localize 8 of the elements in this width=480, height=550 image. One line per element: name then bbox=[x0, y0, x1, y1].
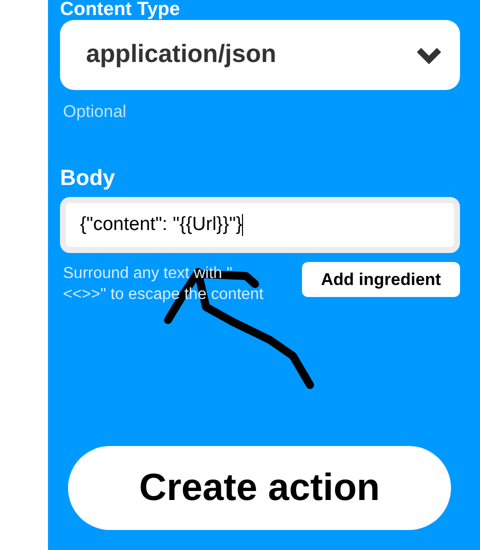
content-type-dropdown[interactable]: application/json bbox=[60, 20, 460, 90]
add-ingredient-button[interactable]: Add ingredient bbox=[302, 262, 460, 297]
chevron-down-icon bbox=[416, 46, 442, 64]
body-input-field[interactable]: {"content": "{{Url}}"} bbox=[60, 197, 460, 253]
hint-text: Optional bbox=[63, 101, 126, 123]
field-label: Body bbox=[60, 164, 115, 192]
create-action-button[interactable]: Create action bbox=[68, 446, 451, 530]
field-label: Content Type bbox=[60, 0, 180, 19]
